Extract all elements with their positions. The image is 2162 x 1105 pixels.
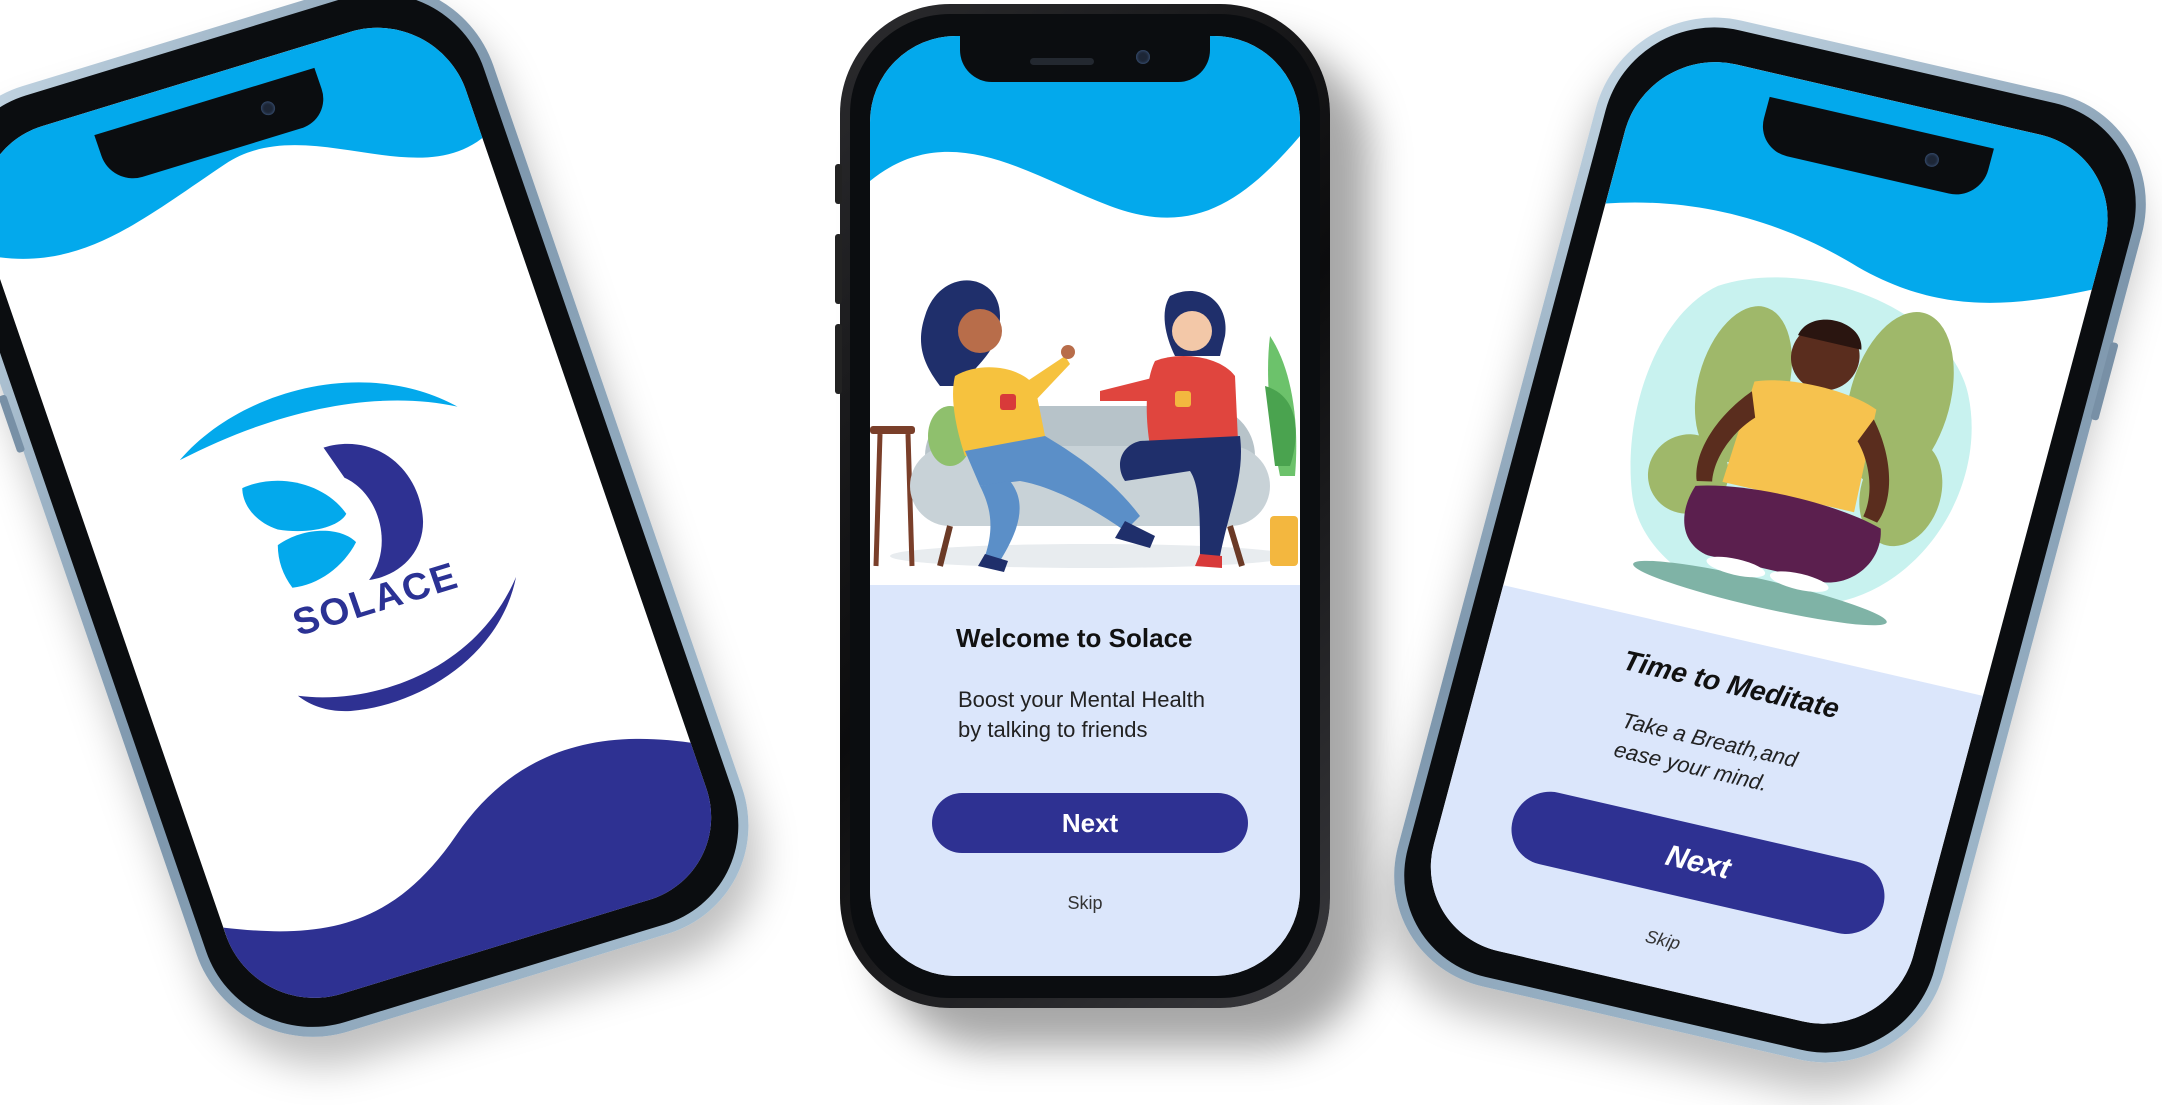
phone-bezel: Welcome to Solace Boost your Mental Heal… <box>850 14 1320 998</box>
mockup-stage: SOLACE Welcome to Solace Boost your Ment… <box>0 0 2162 1105</box>
notch <box>960 36 1210 82</box>
welcome-next-button[interactable]: Next <box>932 793 1248 853</box>
splash-screen: SOLACE <box>0 5 736 1021</box>
welcome-screen: Welcome to Solace Boost your Mental Heal… <box>870 36 1300 976</box>
phone-meditate: Time to Meditate Take a Breath,and ease … <box>1367 0 2162 1086</box>
phone-bezel: Time to Meditate Take a Breath,and ease … <box>1379 5 2161 1075</box>
phone-bezel: SOLACE <box>0 0 768 1054</box>
meditate-subtitle: Take a Breath,and ease your mind. <box>1611 706 1801 804</box>
camera-icon <box>1136 50 1150 64</box>
camera-icon <box>259 99 277 117</box>
volume-down-button <box>835 324 842 394</box>
welcome-subtitle-line-2: by talking to friends <box>958 716 1148 742</box>
welcome-title: Welcome to Solace <box>956 623 1193 653</box>
phone-splash: SOLACE <box>0 0 781 1067</box>
speaker-grille <box>1030 58 1094 65</box>
volume-up-button <box>835 234 842 304</box>
phone-welcome: Welcome to Solace Boost your Mental Heal… <box>835 4 1330 1008</box>
welcome-skip-link[interactable]: Skip <box>870 893 1300 914</box>
mute-switch <box>835 164 842 204</box>
camera-icon <box>1923 151 1941 169</box>
meditate-screen: Time to Meditate Take a Breath,and ease … <box>1410 44 2128 1042</box>
welcome-content-panel: Welcome to Solace Boost your Mental Heal… <box>870 585 1300 976</box>
welcome-subtitle-line-1: Boost your Mental Health <box>958 687 1206 712</box>
welcome-subtitle: Boost your Mental Health by talking to f… <box>958 685 1205 744</box>
friends-on-sofa-illustration <box>870 280 1298 572</box>
